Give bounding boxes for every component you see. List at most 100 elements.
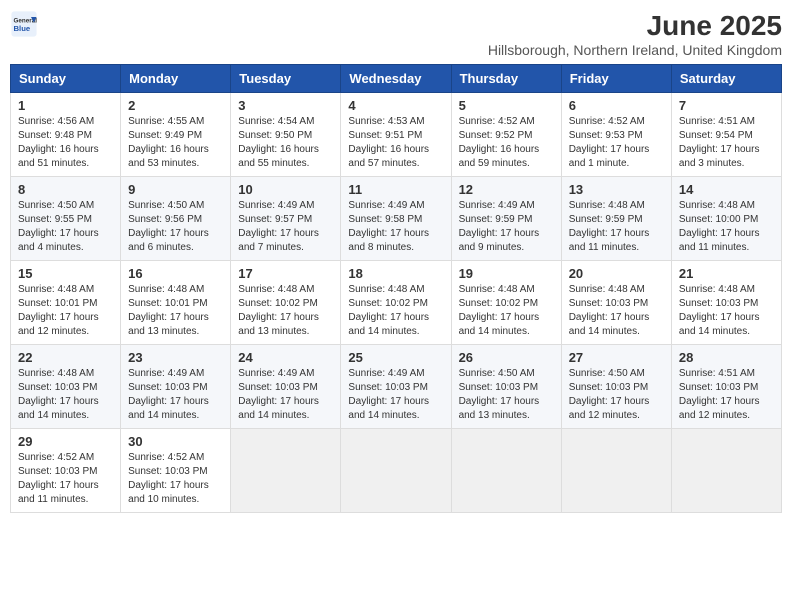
day-number: 8 xyxy=(18,182,113,197)
day-number: 23 xyxy=(128,350,223,365)
day-number: 21 xyxy=(679,266,774,281)
cell-text: Sunrise: 4:56 AMSunset: 9:48 PMDaylight:… xyxy=(18,116,99,169)
svg-text:Blue: Blue xyxy=(14,24,31,33)
calendar-cell: 12 Sunrise: 4:49 AMSunset: 9:59 PMDaylig… xyxy=(451,177,561,261)
calendar-cell: 17 Sunrise: 4:48 AMSunset: 10:02 PMDayli… xyxy=(231,261,341,345)
day-number: 2 xyxy=(128,98,223,113)
day-header-thursday: Thursday xyxy=(451,65,561,93)
day-number: 26 xyxy=(459,350,554,365)
calendar-cell: 3 Sunrise: 4:54 AMSunset: 9:50 PMDayligh… xyxy=(231,93,341,177)
logo: General Blue xyxy=(10,10,38,38)
day-number: 4 xyxy=(348,98,443,113)
cell-text: Sunrise: 4:49 AMSunset: 10:03 PMDaylight… xyxy=(238,368,319,421)
cell-text: Sunrise: 4:48 AMSunset: 10:01 PMDaylight… xyxy=(128,284,209,337)
logo-icon: General Blue xyxy=(10,10,38,38)
day-number: 18 xyxy=(348,266,443,281)
cell-text: Sunrise: 4:52 AMSunset: 9:52 PMDaylight:… xyxy=(459,116,540,169)
day-number: 13 xyxy=(569,182,664,197)
calendar-cell: 4 Sunrise: 4:53 AMSunset: 9:51 PMDayligh… xyxy=(341,93,451,177)
header: General Blue June 2025 Hillsborough, Nor… xyxy=(10,10,782,58)
cell-text: Sunrise: 4:54 AMSunset: 9:50 PMDaylight:… xyxy=(238,116,319,169)
day-header-friday: Friday xyxy=(561,65,671,93)
cell-text: Sunrise: 4:51 AMSunset: 10:03 PMDaylight… xyxy=(679,368,760,421)
cell-text: Sunrise: 4:48 AMSunset: 10:02 PMDaylight… xyxy=(238,284,319,337)
day-number: 5 xyxy=(459,98,554,113)
cell-text: Sunrise: 4:52 AMSunset: 10:03 PMDaylight… xyxy=(18,452,99,505)
cell-text: Sunrise: 4:51 AMSunset: 9:54 PMDaylight:… xyxy=(679,116,760,169)
cell-text: Sunrise: 4:48 AMSunset: 10:02 PMDaylight… xyxy=(348,284,429,337)
day-header-tuesday: Tuesday xyxy=(231,65,341,93)
day-number: 1 xyxy=(18,98,113,113)
calendar-cell xyxy=(561,429,671,513)
calendar-week-2: 8 Sunrise: 4:50 AMSunset: 9:55 PMDayligh… xyxy=(11,177,782,261)
main-title: June 2025 xyxy=(488,10,782,42)
calendar-cell: 1 Sunrise: 4:56 AMSunset: 9:48 PMDayligh… xyxy=(11,93,121,177)
day-number: 28 xyxy=(679,350,774,365)
cell-text: Sunrise: 4:48 AMSunset: 10:03 PMDaylight… xyxy=(18,368,99,421)
day-header-sunday: Sunday xyxy=(11,65,121,93)
calendar-cell: 5 Sunrise: 4:52 AMSunset: 9:52 PMDayligh… xyxy=(451,93,561,177)
calendar-cell: 19 Sunrise: 4:48 AMSunset: 10:02 PMDayli… xyxy=(451,261,561,345)
cell-text: Sunrise: 4:52 AMSunset: 9:53 PMDaylight:… xyxy=(569,116,650,169)
day-number: 20 xyxy=(569,266,664,281)
cell-text: Sunrise: 4:48 AMSunset: 10:00 PMDaylight… xyxy=(679,200,760,253)
day-number: 11 xyxy=(348,182,443,197)
day-number: 17 xyxy=(238,266,333,281)
cell-text: Sunrise: 4:53 AMSunset: 9:51 PMDaylight:… xyxy=(348,116,429,169)
calendar-cell xyxy=(231,429,341,513)
day-number: 7 xyxy=(679,98,774,113)
day-number: 25 xyxy=(348,350,443,365)
calendar-cell: 11 Sunrise: 4:49 AMSunset: 9:58 PMDaylig… xyxy=(341,177,451,261)
calendar-table: SundayMondayTuesdayWednesdayThursdayFrid… xyxy=(10,64,782,513)
calendar-cell xyxy=(451,429,561,513)
calendar-cell: 13 Sunrise: 4:48 AMSunset: 9:59 PMDaylig… xyxy=(561,177,671,261)
cell-text: Sunrise: 4:50 AMSunset: 9:56 PMDaylight:… xyxy=(128,200,209,253)
day-number: 24 xyxy=(238,350,333,365)
day-number: 12 xyxy=(459,182,554,197)
day-number: 15 xyxy=(18,266,113,281)
calendar-cell: 16 Sunrise: 4:48 AMSunset: 10:01 PMDayli… xyxy=(121,261,231,345)
day-number: 3 xyxy=(238,98,333,113)
cell-text: Sunrise: 4:49 AMSunset: 9:57 PMDaylight:… xyxy=(238,200,319,253)
cell-text: Sunrise: 4:50 AMSunset: 10:03 PMDaylight… xyxy=(459,368,540,421)
day-number: 16 xyxy=(128,266,223,281)
calendar-cell: 6 Sunrise: 4:52 AMSunset: 9:53 PMDayligh… xyxy=(561,93,671,177)
calendar-week-4: 22 Sunrise: 4:48 AMSunset: 10:03 PMDayli… xyxy=(11,345,782,429)
cell-text: Sunrise: 4:49 AMSunset: 10:03 PMDaylight… xyxy=(348,368,429,421)
calendar-cell: 22 Sunrise: 4:48 AMSunset: 10:03 PMDayli… xyxy=(11,345,121,429)
day-number: 27 xyxy=(569,350,664,365)
calendar-cell: 21 Sunrise: 4:48 AMSunset: 10:03 PMDayli… xyxy=(671,261,781,345)
cell-text: Sunrise: 4:48 AMSunset: 10:01 PMDaylight… xyxy=(18,284,99,337)
day-header-monday: Monday xyxy=(121,65,231,93)
cell-text: Sunrise: 4:49 AMSunset: 10:03 PMDaylight… xyxy=(128,368,209,421)
calendar-cell: 23 Sunrise: 4:49 AMSunset: 10:03 PMDayli… xyxy=(121,345,231,429)
calendar-cell: 14 Sunrise: 4:48 AMSunset: 10:00 PMDayli… xyxy=(671,177,781,261)
cell-text: Sunrise: 4:48 AMSunset: 10:03 PMDaylight… xyxy=(679,284,760,337)
calendar-cell: 15 Sunrise: 4:48 AMSunset: 10:01 PMDayli… xyxy=(11,261,121,345)
calendar-header-row: SundayMondayTuesdayWednesdayThursdayFrid… xyxy=(11,65,782,93)
day-number: 6 xyxy=(569,98,664,113)
cell-text: Sunrise: 4:52 AMSunset: 10:03 PMDaylight… xyxy=(128,452,209,505)
day-number: 30 xyxy=(128,434,223,449)
cell-text: Sunrise: 4:48 AMSunset: 10:02 PMDaylight… xyxy=(459,284,540,337)
calendar-cell: 27 Sunrise: 4:50 AMSunset: 10:03 PMDayli… xyxy=(561,345,671,429)
calendar-cell xyxy=(671,429,781,513)
day-number: 10 xyxy=(238,182,333,197)
cell-text: Sunrise: 4:55 AMSunset: 9:49 PMDaylight:… xyxy=(128,116,209,169)
cell-text: Sunrise: 4:50 AMSunset: 9:55 PMDaylight:… xyxy=(18,200,99,253)
calendar-cell xyxy=(341,429,451,513)
day-number: 14 xyxy=(679,182,774,197)
day-number: 19 xyxy=(459,266,554,281)
calendar-cell: 30 Sunrise: 4:52 AMSunset: 10:03 PMDayli… xyxy=(121,429,231,513)
calendar-cell: 25 Sunrise: 4:49 AMSunset: 10:03 PMDayli… xyxy=(341,345,451,429)
calendar-week-5: 29 Sunrise: 4:52 AMSunset: 10:03 PMDayli… xyxy=(11,429,782,513)
calendar-week-3: 15 Sunrise: 4:48 AMSunset: 10:01 PMDayli… xyxy=(11,261,782,345)
day-number: 22 xyxy=(18,350,113,365)
day-number: 9 xyxy=(128,182,223,197)
day-header-saturday: Saturday xyxy=(671,65,781,93)
calendar-cell: 29 Sunrise: 4:52 AMSunset: 10:03 PMDayli… xyxy=(11,429,121,513)
title-area: June 2025 Hillsborough, Northern Ireland… xyxy=(488,10,782,58)
calendar-cell: 9 Sunrise: 4:50 AMSunset: 9:56 PMDayligh… xyxy=(121,177,231,261)
calendar-cell: 18 Sunrise: 4:48 AMSunset: 10:02 PMDayli… xyxy=(341,261,451,345)
cell-text: Sunrise: 4:49 AMSunset: 9:59 PMDaylight:… xyxy=(459,200,540,253)
